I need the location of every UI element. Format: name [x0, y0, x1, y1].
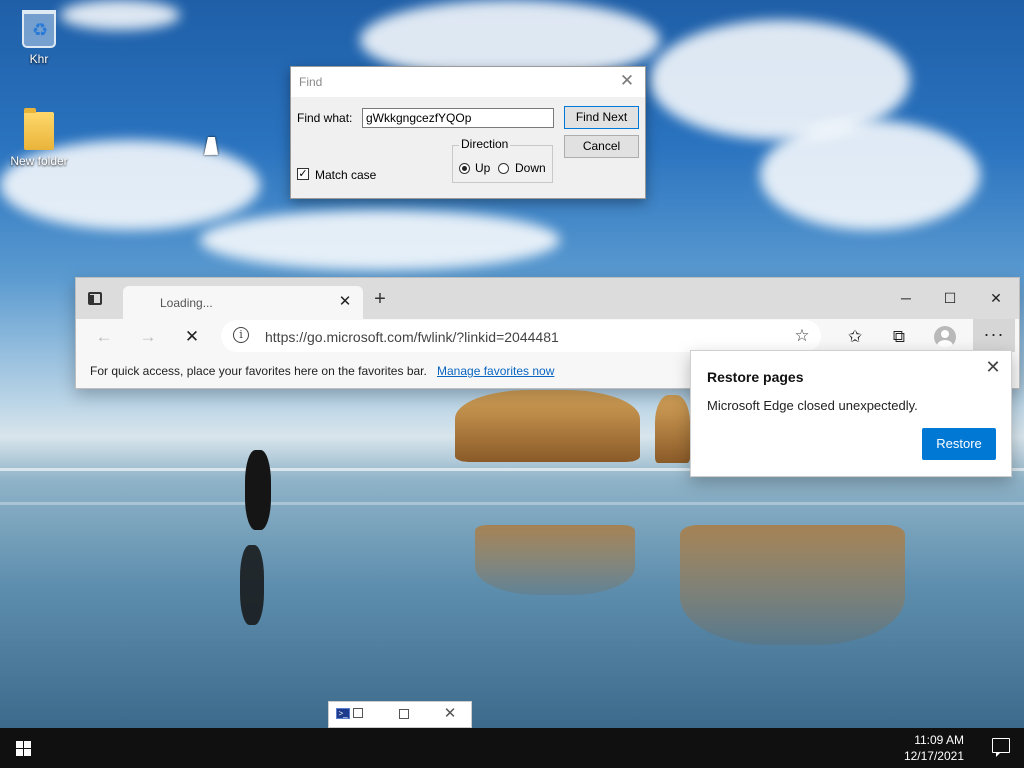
direction-group: Direction Up Down	[452, 137, 553, 183]
close-icon[interactable]: ✕	[617, 71, 637, 91]
find-dialog: Find ✕ Find what: gWkkgngcezfYQOp Find N…	[290, 66, 646, 199]
find-dialog-title: Find	[299, 75, 323, 89]
url-text[interactable]: https://go.microsoft.com/fwlink/?linkid=…	[265, 329, 559, 345]
find-dialog-titlebar[interactable]: Find ✕	[291, 67, 645, 97]
clock-date: 12/17/2021	[903, 749, 964, 763]
close-window-icon[interactable]: ✕	[976, 286, 1016, 310]
direction-down-radio[interactable]	[498, 163, 509, 174]
minimize-icon[interactable]: ─	[886, 286, 926, 310]
system-clock[interactable]: 11:09 AM 12/17/2021	[904, 732, 964, 764]
tab-strip: Loading... ✕ + ─ ☐ ✕	[76, 278, 1019, 319]
restore-pages-popup: Restore pages Microsoft Edge closed unex…	[690, 350, 1012, 477]
desktop-icon-label: Khr	[29, 52, 49, 66]
stop-loading-icon[interactable]: ✕	[180, 325, 204, 349]
direction-label: Direction	[459, 137, 511, 151]
notification-icon[interactable]	[992, 738, 1010, 757]
desktop-icon-label: New folder	[10, 154, 68, 168]
close-icon[interactable]: ✕	[335, 292, 355, 312]
restore-button[interactable]: Restore	[922, 428, 996, 460]
desktop-icon-khr[interactable]: Khr	[4, 10, 74, 66]
windows-logo-icon	[16, 741, 32, 756]
forward-icon[interactable]: →	[136, 325, 160, 349]
desktop-icon-new-folder[interactable]: New folder	[4, 108, 74, 168]
direction-up-label: Up	[475, 161, 491, 175]
restore-icon[interactable]	[353, 708, 363, 718]
folder-icon	[24, 108, 54, 150]
taskbar: 11:09 AM 12/17/2021	[0, 728, 1024, 768]
find-what-label: Find what:	[297, 111, 353, 125]
address-bar[interactable]: i https://go.microsoft.com/fwlink/?linki…	[221, 320, 821, 352]
maximize-icon[interactable]	[399, 709, 409, 719]
favorites-icon[interactable]: ✩	[843, 325, 867, 349]
close-icon[interactable]: ✕	[442, 705, 458, 723]
add-favorite-icon[interactable]: ☆	[791, 325, 813, 347]
recycle-bin-icon	[22, 10, 56, 48]
maximize-icon[interactable]: ☐	[930, 286, 970, 310]
tab-title: Loading...	[160, 296, 213, 310]
start-button[interactable]	[0, 728, 48, 768]
match-case-label: Match case	[315, 168, 377, 182]
back-icon[interactable]: ←	[92, 325, 116, 349]
find-next-button[interactable]: Find Next	[564, 106, 639, 129]
match-case-checkbox[interactable]: ✓	[297, 168, 309, 180]
cancel-button[interactable]: Cancel	[564, 135, 639, 158]
collections-icon[interactable]: ⧉	[887, 325, 911, 349]
direction-up-radio[interactable]	[459, 163, 470, 174]
tab-loading[interactable]: Loading... ✕	[123, 286, 363, 319]
restore-popup-title: Restore pages	[707, 369, 804, 385]
favorites-bar-message: For quick access, place your favorites h…	[90, 364, 427, 378]
more-options-button[interactable]: ···	[973, 319, 1015, 352]
tab-actions-icon[interactable]	[88, 292, 102, 305]
info-icon[interactable]: i	[233, 327, 249, 343]
restore-popup-message: Microsoft Edge closed unexpectedly.	[707, 398, 918, 413]
close-icon[interactable]: ✕	[983, 357, 1003, 377]
find-what-input[interactable]: gWkkgngcezfYQOp	[362, 108, 554, 128]
minimized-console-window[interactable]: >_ ✕	[328, 701, 472, 728]
edge-toolbar: ← → ✕ i https://go.microsoft.com/fwlink/…	[76, 319, 1019, 354]
direction-down-label: Down	[515, 161, 546, 175]
avatar[interactable]	[934, 326, 956, 348]
new-tab-icon[interactable]: +	[370, 289, 390, 309]
manage-favorites-link[interactable]: Manage favorites now	[437, 364, 554, 378]
powershell-icon: >_	[336, 708, 350, 719]
clock-time: 11:09 AM	[914, 733, 964, 747]
